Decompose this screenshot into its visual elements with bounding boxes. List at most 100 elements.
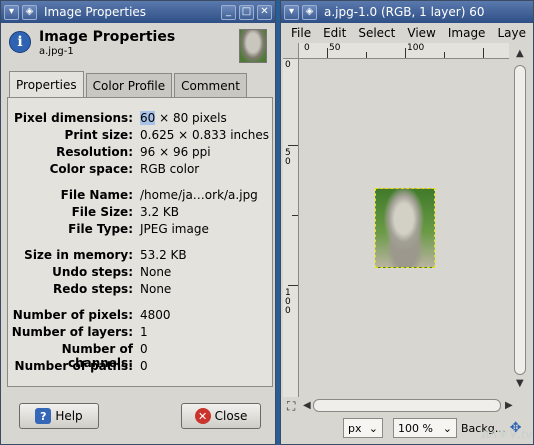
chevron-up-icon[interactable]: ▲	[516, 49, 524, 59]
help-button[interactable]: ? Help	[19, 403, 99, 429]
gimp-window-title: a.jpg-1.0 (RGB, 1 layer) 60	[324, 5, 485, 19]
image-properties-dialog: ▾ ◈ Image Properties _ □ ✕ i Image Prope…	[0, 0, 276, 445]
property-key: File Name:	[60, 188, 133, 202]
menu-image[interactable]: Image	[442, 26, 492, 40]
property-value: RGB color	[140, 162, 200, 176]
properties-panel: Pixel dimensions: 60 × 80 pixels Print s…	[7, 97, 273, 387]
property-key: Undo steps:	[52, 265, 133, 279]
tab-bar: Properties Color Profile Comment	[9, 71, 249, 97]
property-value: 0.625 × 0.833 inches	[140, 128, 269, 142]
property-row: Pixel dimensions: 60 × 80 pixels	[8, 111, 274, 128]
quickmask-corner[interactable]	[283, 43, 299, 59]
property-value: 1	[140, 325, 148, 339]
property-row: Undo steps: None	[8, 265, 274, 282]
property-key: Number of layers:	[11, 325, 133, 339]
property-value: JPEG image	[140, 222, 209, 236]
header-subtitle: a.jpg-1	[39, 46, 74, 57]
chevron-down-icon: ⌄	[442, 421, 452, 435]
window-menu-icon[interactable]: ▾	[4, 4, 19, 20]
close-button[interactable]: ✕ Close	[181, 403, 261, 429]
property-key: Pixel dimensions:	[14, 111, 133, 125]
sticky-icon[interactable]: ◈	[22, 4, 37, 20]
window-menu-icon[interactable]: ▾	[284, 4, 299, 20]
chevron-left-icon[interactable]: ◀	[303, 401, 311, 411]
menu-layer[interactable]: Laye	[491, 26, 532, 40]
tab-comment[interactable]: Comment	[174, 73, 247, 97]
property-row: File Type: JPEG image	[8, 222, 274, 239]
watermark: ᕕᐱᗐᗐ.tv	[481, 428, 532, 441]
property-key: Color space:	[49, 162, 133, 176]
property-row: Size in memory: 53.2 KB	[8, 248, 274, 265]
property-value: None	[140, 282, 172, 296]
menubar: File Edit Select View Image Laye	[281, 23, 533, 43]
property-key: Number of channels:	[61, 342, 133, 370]
ruler-label: 5 0	[285, 148, 291, 167]
zoom-value: 100 %	[398, 421, 433, 435]
property-row: File Size: 3.2 KB	[8, 205, 274, 222]
ruler-label: 1 0 0	[285, 288, 291, 316]
chevron-down-icon: ⌄	[368, 421, 378, 435]
property-key: Resolution:	[56, 145, 133, 159]
chevron-right-icon[interactable]: ▶	[505, 401, 513, 411]
property-value: /home/ja…ork/a.jpg	[140, 188, 258, 202]
property-row: Number of paths: 0	[8, 359, 274, 376]
property-key: Size in memory:	[24, 248, 133, 262]
property-key: File Size:	[71, 205, 133, 219]
close-button-label: Close	[214, 409, 248, 423]
maximize-button[interactable]: □	[239, 4, 254, 20]
property-row: Number of pixels: 4800	[8, 308, 274, 325]
property-row: File Name: /home/ja…ork/a.jpg	[8, 188, 274, 205]
pixel-height-text: × 80 pixels	[155, 111, 227, 125]
horizontal-ruler[interactable]: 0 50 100	[299, 43, 509, 59]
ruler-label: 0	[304, 43, 310, 53]
property-key: Number of pixels:	[12, 308, 133, 322]
property-value: 53.2 KB	[140, 248, 187, 262]
chevron-down-icon[interactable]: ▼	[516, 379, 524, 389]
close-window-button[interactable]: ✕	[257, 4, 272, 20]
ruler-label: 50	[329, 43, 341, 53]
image-canvas[interactable]	[300, 60, 510, 396]
property-value: 0	[140, 342, 148, 356]
horizontal-scrollbar-row: ⛶ ◀ ▶	[283, 397, 533, 415]
sticky-icon[interactable]: ◈	[302, 4, 317, 20]
unit-select[interactable]: px ⌄	[343, 418, 383, 438]
ruler-label: 0	[285, 60, 291, 70]
tab-color-profile[interactable]: Color Profile	[85, 73, 173, 97]
help-button-label: Help	[55, 409, 83, 423]
image-layer[interactable]	[375, 188, 435, 268]
property-row: Print size: 0.625 × 0.833 inches	[8, 128, 274, 145]
property-key: File Type:	[68, 222, 133, 236]
info-icon: i	[9, 31, 31, 53]
menu-file[interactable]: File	[285, 26, 317, 40]
gimp-image-window: ▾ ◈ a.jpg-1.0 (RGB, 1 layer) 60 File Edi…	[280, 0, 534, 445]
menu-view[interactable]: View	[401, 26, 441, 40]
vertical-scroll-thumb[interactable]	[514, 65, 526, 375]
dialog-window-title: Image Properties	[44, 5, 147, 19]
navigate-icon[interactable]: ⛶	[287, 400, 295, 412]
property-row: Color space: RGB color	[8, 162, 274, 179]
dialog-header: i Image Properties a.jpg-1	[1, 23, 275, 69]
property-key: Redo steps:	[53, 282, 133, 296]
property-value: 4800	[140, 308, 171, 322]
menu-select[interactable]: Select	[352, 26, 401, 40]
vertical-scrollbar[interactable]: ▲ ▼	[511, 43, 529, 397]
menu-edit[interactable]: Edit	[317, 26, 352, 40]
horizontal-scroll-thumb[interactable]	[313, 399, 501, 412]
dialog-titlebar[interactable]: ▾ ◈ Image Properties _ □ ✕	[1, 1, 275, 23]
property-row: Resolution: 96 × 96 ppi	[8, 145, 274, 162]
image-thumbnail	[239, 29, 267, 63]
tab-properties[interactable]: Properties	[9, 71, 84, 97]
pixel-width-value[interactable]: 60	[140, 111, 156, 125]
property-row: Number of layers: 1	[8, 325, 274, 342]
help-icon: ?	[35, 408, 52, 424]
property-value: 60 × 80 pixels	[139, 111, 274, 128]
close-icon: ✕	[194, 408, 211, 424]
ruler-label: 100	[407, 43, 425, 53]
minimize-button[interactable]: _	[221, 4, 236, 20]
gimp-titlebar[interactable]: ▾ ◈ a.jpg-1.0 (RGB, 1 layer) 60	[281, 1, 533, 23]
property-value: None	[140, 265, 172, 279]
property-value: 0	[140, 359, 148, 373]
property-key: Number of paths:	[14, 359, 133, 373]
zoom-select[interactable]: 100 % ⌄	[393, 418, 457, 438]
vertical-ruler[interactable]: 0 5 0 1 0 0	[283, 59, 299, 397]
